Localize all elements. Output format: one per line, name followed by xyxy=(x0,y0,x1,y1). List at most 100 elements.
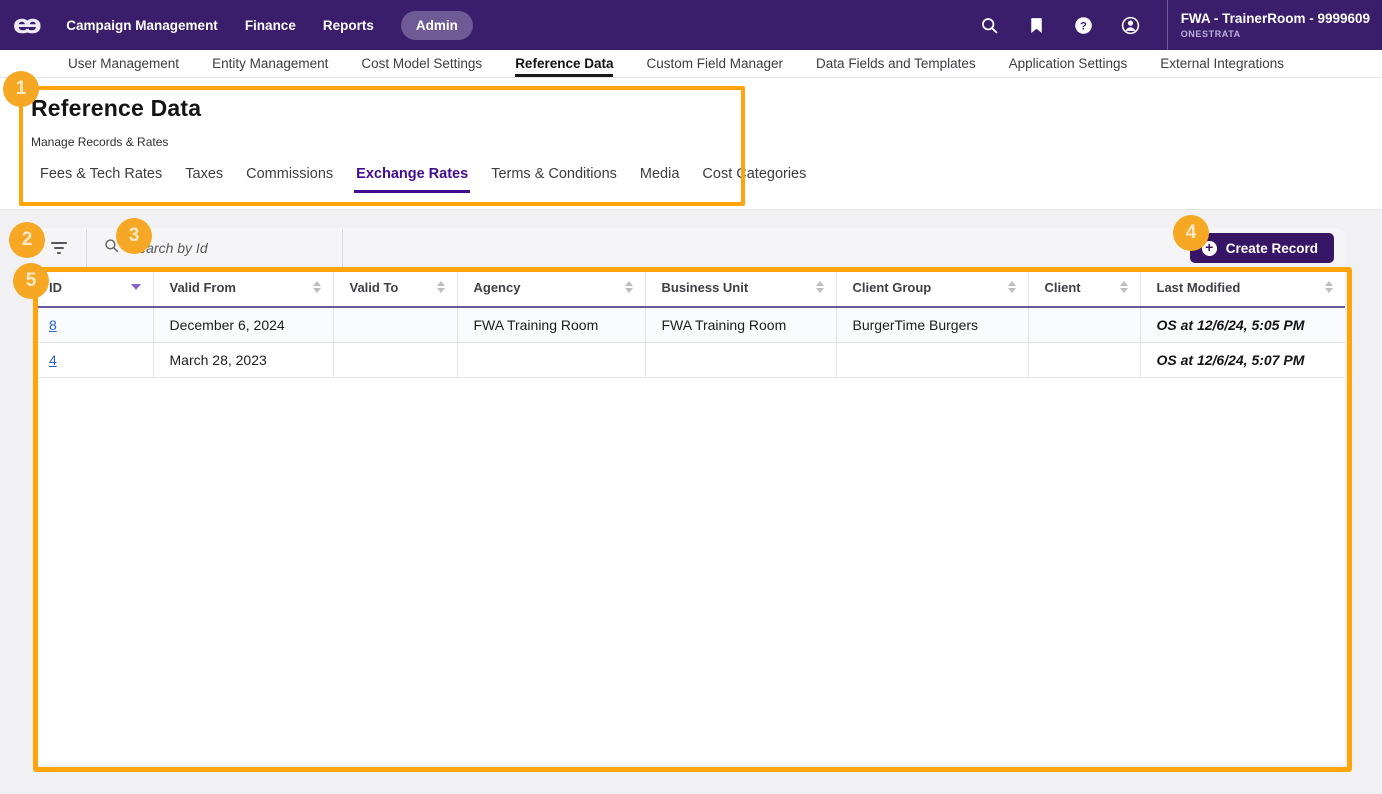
toolbar-divider xyxy=(86,229,87,267)
cell-client-group: BurgerTime Burgers xyxy=(836,307,1028,342)
admin-tab-reference-data[interactable]: Reference Data xyxy=(515,50,613,77)
cell-id: 4 xyxy=(33,342,153,377)
nav-item-reports[interactable]: Reports xyxy=(323,18,374,33)
table-row: 8 December 6, 2024 FWA Training Room FWA… xyxy=(33,307,1345,342)
nav-item-campaign-management[interactable]: Campaign Management xyxy=(66,18,218,33)
sort-icon xyxy=(1120,281,1128,293)
column-label: Valid From xyxy=(170,280,236,295)
search-box xyxy=(103,237,327,259)
tab-commissions[interactable]: Commissions xyxy=(244,166,335,193)
sort-icon xyxy=(625,281,633,293)
cell-last-modified: OS at 12/6/24, 5:07 PM xyxy=(1140,342,1345,377)
toolbar-divider xyxy=(342,229,343,267)
sort-icon xyxy=(816,281,824,293)
column-label: Business Unit xyxy=(662,280,749,295)
navbar-divider xyxy=(1167,0,1168,50)
column-label: Client xyxy=(1045,280,1081,295)
cell-client xyxy=(1028,307,1140,342)
cell-valid-from: December 6, 2024 xyxy=(153,307,333,342)
admin-tab-custom-field-manager[interactable]: Custom Field Manager xyxy=(646,50,783,77)
help-icon: ? xyxy=(1073,15,1095,36)
sort-icon xyxy=(1008,281,1016,293)
column-header-valid-from[interactable]: Valid From xyxy=(153,268,333,307)
sort-icon xyxy=(313,281,321,293)
cell-business-unit: FWA Training Room xyxy=(645,307,836,342)
admin-tab-user-management[interactable]: User Management xyxy=(68,50,179,77)
cell-business-unit xyxy=(645,342,836,377)
tab-exchange-rates[interactable]: Exchange Rates xyxy=(354,166,470,193)
top-navbar: ee Campaign Management Finance Reports A… xyxy=(0,0,1382,50)
search-icon xyxy=(103,237,120,259)
record-link[interactable]: 4 xyxy=(49,352,57,368)
tenant-name: FWA - TrainerRoom - 9999609 xyxy=(1181,11,1370,26)
column-header-valid-to[interactable]: Valid To xyxy=(333,268,457,307)
filter-icon xyxy=(50,242,67,254)
account-icon xyxy=(1120,15,1142,36)
org-name: ONESTRATA xyxy=(1181,29,1370,39)
admin-tab-entity-management[interactable]: Entity Management xyxy=(212,50,328,77)
table-row: 4 March 28, 2023 OS at 12/6/24, 5:07 PM xyxy=(33,342,1345,377)
sort-desc-icon xyxy=(131,284,141,290)
tab-terms-conditions[interactable]: Terms & Conditions xyxy=(489,166,619,193)
sort-icon xyxy=(437,281,445,293)
admin-tab-external-integrations[interactable]: External Integrations xyxy=(1160,50,1284,77)
tab-fees-tech-rates[interactable]: Fees & Tech Rates xyxy=(38,166,164,193)
column-label: ID xyxy=(49,280,62,295)
onestrata-logo-icon[interactable]: ee xyxy=(13,12,41,38)
column-label: Client Group xyxy=(853,280,932,295)
primary-nav: Campaign Management Finance Reports Admi… xyxy=(66,11,473,40)
nav-item-finance[interactable]: Finance xyxy=(245,18,296,33)
column-label: Valid To xyxy=(350,280,399,295)
column-header-business-unit[interactable]: Business Unit xyxy=(645,268,836,307)
cell-valid-from: March 28, 2023 xyxy=(153,342,333,377)
content-area: Create Record ID Valid From Valid To Age… xyxy=(0,210,1382,794)
cell-agency xyxy=(457,342,645,377)
nav-item-admin[interactable]: Admin xyxy=(401,11,473,40)
page-header: Reference Data Manage Records & Rates Fe… xyxy=(0,78,1382,210)
admin-tab-application-settings[interactable]: Application Settings xyxy=(1009,50,1128,77)
bookmark-icon xyxy=(1026,15,1048,36)
column-label: Last Modified xyxy=(1157,280,1241,295)
tab-taxes[interactable]: Taxes xyxy=(183,166,225,193)
column-header-client-group[interactable]: Client Group xyxy=(836,268,1028,307)
cell-valid-to xyxy=(333,307,457,342)
navbar-right: ? FWA - TrainerRoom - 9999609 ONESTRATA xyxy=(979,0,1382,50)
records-table-panel: ID Valid From Valid To Agency Business U… xyxy=(33,268,1345,765)
plus-icon xyxy=(1202,241,1217,256)
column-header-client[interactable]: Client xyxy=(1028,268,1140,307)
search-icon xyxy=(979,15,1001,36)
exchange-rates-table: ID Valid From Valid To Agency Business U… xyxy=(33,268,1345,378)
admin-tab-cost-model-settings[interactable]: Cost Model Settings xyxy=(361,50,482,77)
search-input[interactable] xyxy=(129,240,327,256)
filter-button[interactable] xyxy=(46,238,71,258)
page-subtitle: Manage Records & Rates xyxy=(31,135,1382,149)
tab-cost-categories[interactable]: Cost Categories xyxy=(700,166,808,193)
record-link[interactable]: 8 xyxy=(49,317,57,333)
cell-valid-to xyxy=(333,342,457,377)
cell-id: 8 xyxy=(33,307,153,342)
admin-tab-data-fields-and-templates[interactable]: Data Fields and Templates xyxy=(816,50,976,77)
page-title: Reference Data xyxy=(31,95,1382,122)
search-button[interactable] xyxy=(979,14,1001,36)
reference-data-tabs: Fees & Tech Rates Taxes Commissions Exch… xyxy=(38,166,1382,193)
column-header-id[interactable]: ID xyxy=(33,268,153,307)
column-label: Agency xyxy=(474,280,521,295)
create-record-label: Create Record xyxy=(1226,241,1318,256)
svg-text:?: ? xyxy=(1080,20,1087,32)
cell-client-group xyxy=(836,342,1028,377)
table-header-row: ID Valid From Valid To Agency Business U… xyxy=(33,268,1345,307)
sort-icon xyxy=(1325,281,1333,293)
admin-nav: User Management Entity Management Cost M… xyxy=(0,50,1382,78)
cell-client xyxy=(1028,342,1140,377)
help-button[interactable]: ? xyxy=(1073,14,1095,36)
bookmark-button[interactable] xyxy=(1026,14,1048,36)
account-info[interactable]: FWA - TrainerRoom - 9999609 ONESTRATA xyxy=(1181,11,1382,39)
cell-last-modified: OS at 12/6/24, 5:05 PM xyxy=(1140,307,1345,342)
account-button[interactable] xyxy=(1120,14,1142,36)
tab-media[interactable]: Media xyxy=(638,166,682,193)
create-record-button[interactable]: Create Record xyxy=(1190,233,1334,263)
column-header-last-modified[interactable]: Last Modified xyxy=(1140,268,1345,307)
column-header-agency[interactable]: Agency xyxy=(457,268,645,307)
table-toolbar: Create Record xyxy=(33,228,1345,268)
cell-agency: FWA Training Room xyxy=(457,307,645,342)
